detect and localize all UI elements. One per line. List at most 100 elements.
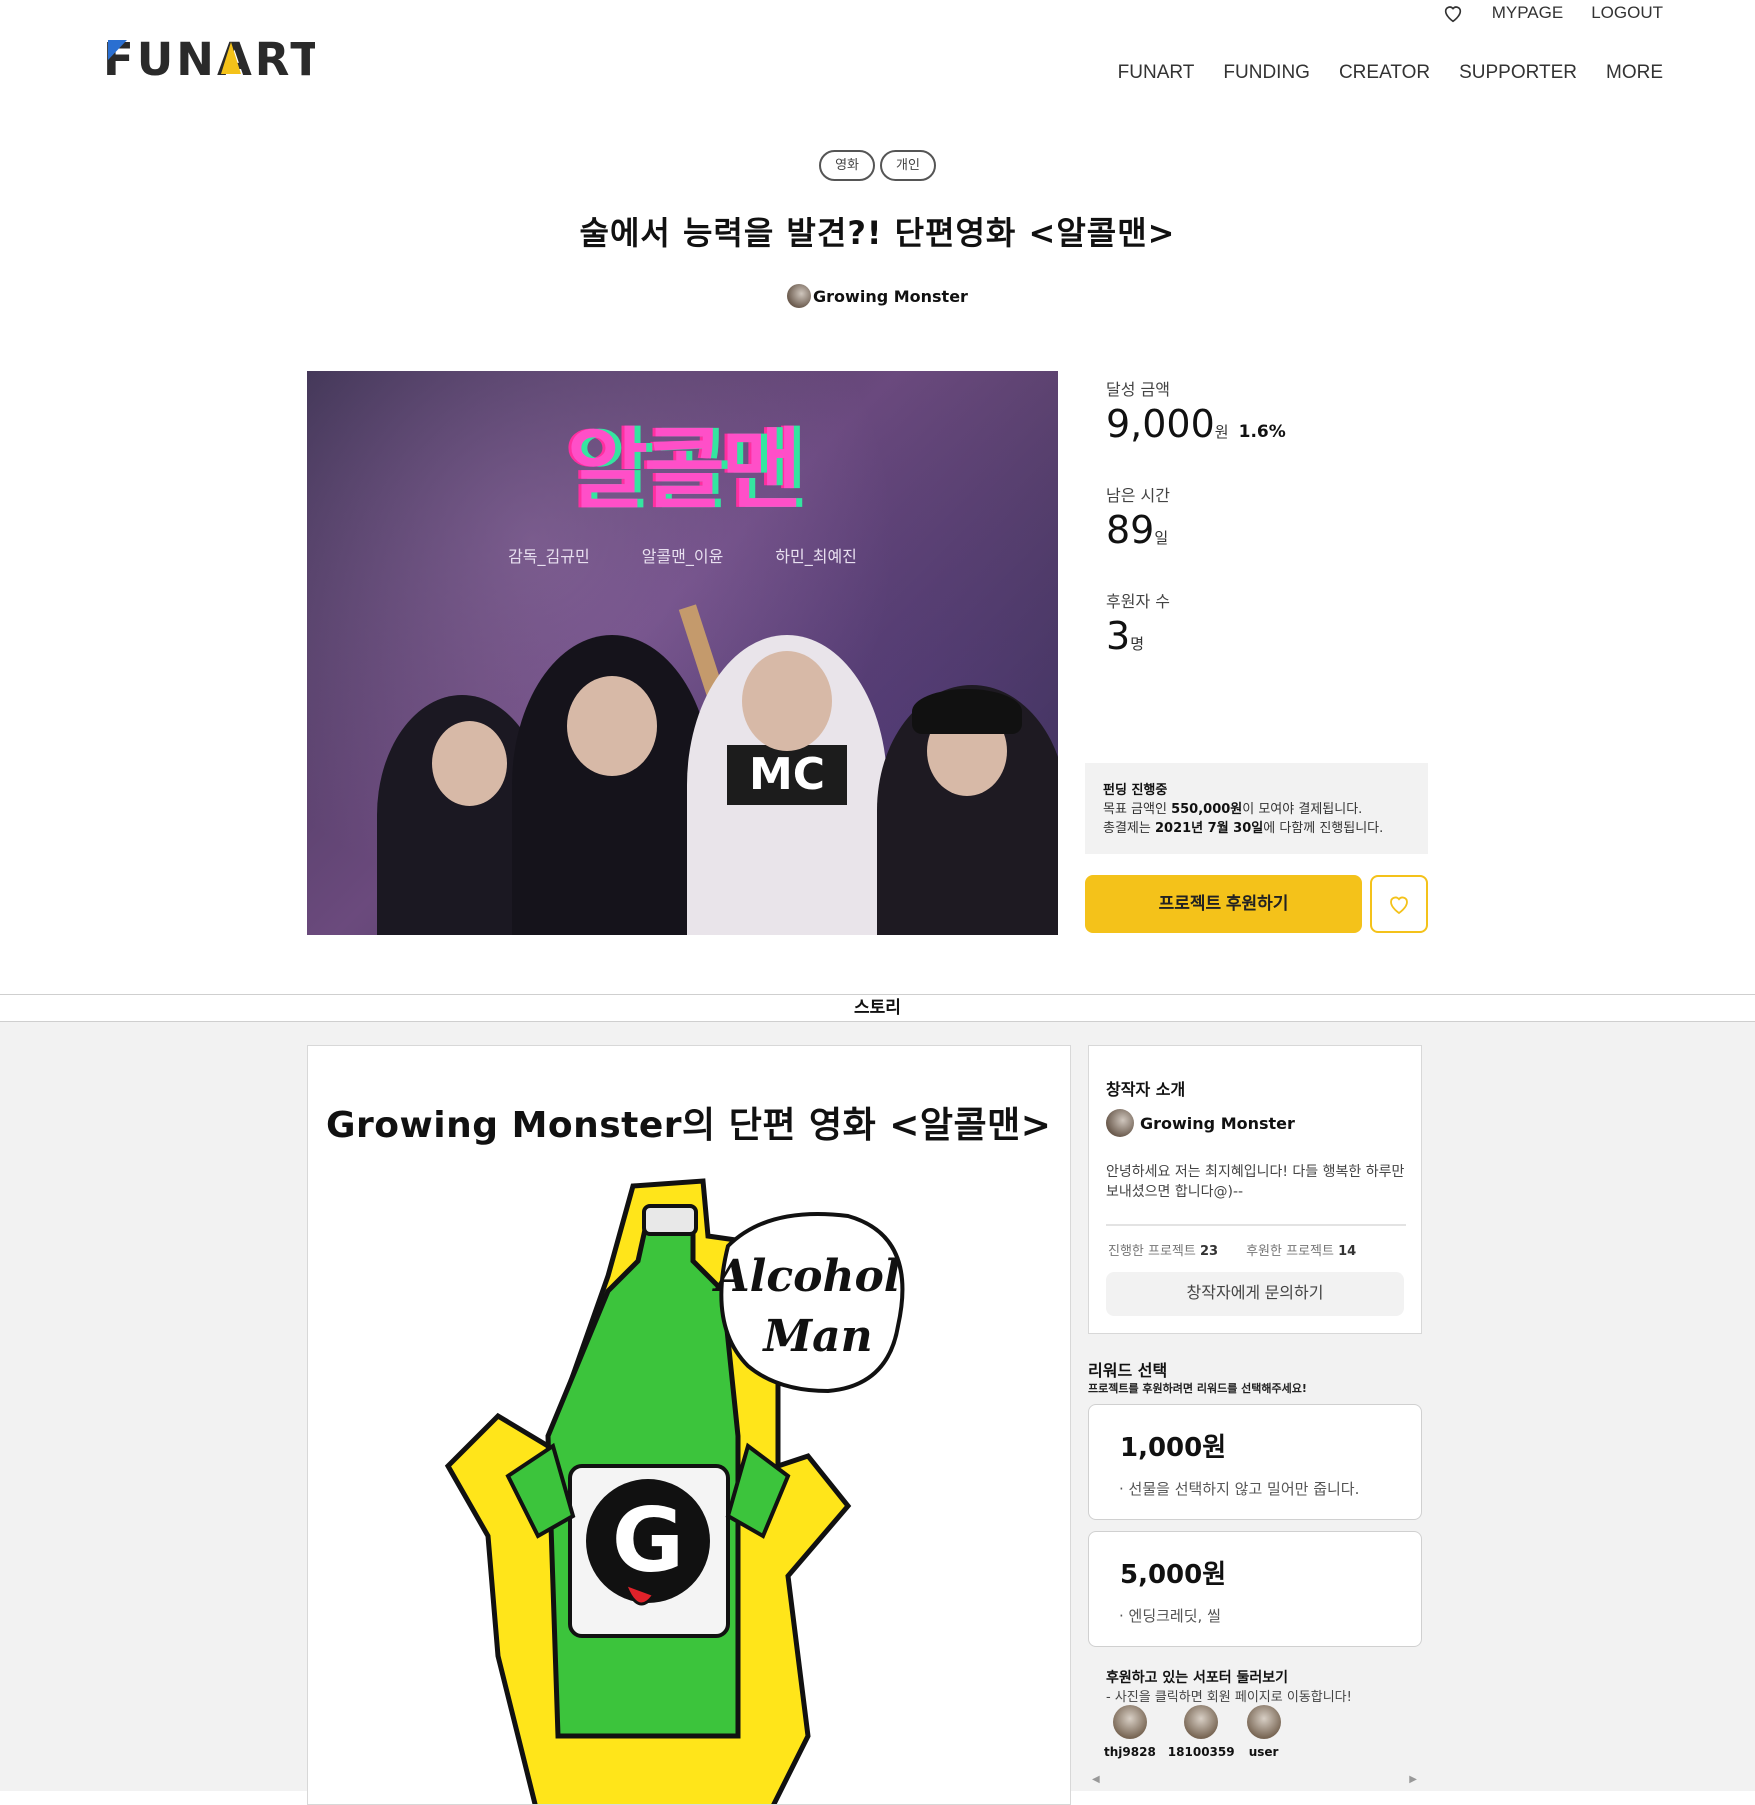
category-tags: 영화 개인 [0,150,1755,181]
poster-face-1 [432,721,507,806]
nav-supporter[interactable]: SUPPORTER [1459,62,1577,84]
tag-personal[interactable]: 개인 [880,150,936,181]
mypage-link[interactable]: MYPAGE [1492,3,1563,23]
stat-time-label: 남은 시간 [1106,486,1170,505]
heart-outline-icon[interactable] [1442,2,1464,24]
scroll-left-icon[interactable]: ◀ [1092,1774,1100,1785]
stat-supporters-value: 3명 [1106,612,1286,668]
supporter-name: thj9828 [1104,1745,1156,1759]
creator-card-heading: 창작자 소개 [1106,1080,1186,1099]
poster-face-2 [567,676,657,776]
contact-creator-button[interactable]: 창작자에게 문의하기 [1106,1272,1404,1316]
poster-credits: 감독_김규민 알콜맨_이윤 하민_최예진 [307,543,1058,567]
supporter-name: user [1248,1745,1279,1759]
supporters-heading: 후원하고 있는 서포터 둘러보기 [1106,1670,1289,1686]
days-number: 89 [1106,508,1155,552]
nav-more[interactable]: MORE [1606,62,1663,84]
credit-director: 감독_김규민 [508,547,590,566]
reward-desc: · 엔딩크레딧, 씰 [1119,1607,1221,1625]
creator-card-divider [1106,1224,1406,1226]
supporter-avatar [1112,1705,1147,1739]
heart-outline-icon [1390,896,1408,915]
funart-logo[interactable]: FUNART [103,33,321,86]
supporter-name: 18100359 [1167,1745,1235,1759]
credit-heroine: 하민_최예진 [775,547,857,566]
supporter-avatar [1184,1705,1219,1739]
amount-number: 9,000 [1106,402,1215,446]
stat-amount-value: 9,000원 1.6% [1106,400,1286,456]
amount-percent: 1.6% [1238,422,1286,442]
days-unit: 일 [1154,529,1169,547]
projects-run: 진행한 프로젝트 23 [1108,1240,1218,1259]
support-project-button[interactable]: 프로젝트 후원하기 [1085,875,1362,933]
projects-backed-count: 14 [1338,1244,1357,1259]
poster-bucket-hat [912,689,1022,734]
goal-text-pre: 목표 금액인 [1103,802,1172,817]
projects-backed-label: 후원한 프로젝트 [1246,1244,1334,1259]
creator-intro: 안녕하세요 저는 최지혜입니다! 다들 행복한 하루만 보내셨으면 합니다@)-… [1106,1164,1405,1200]
date-text-post: 에 다함께 진행됩니다. [1263,821,1384,836]
amount-unit: 원 [1214,423,1229,441]
supporter-avatar [1246,1705,1281,1739]
supporters-subheading: - 사진을 클릭하면 회원 페이지로 이동합니다! [1106,1690,1352,1705]
horizontal-scrollbar[interactable]: ◀ ▶ [1092,1774,1417,1785]
funding-status-box: 펀딩 진행중 목표 금액인 550,000원이 모여야 결제됩니다. 총결제는 … [1085,763,1428,854]
like-button[interactable] [1370,875,1428,933]
projects-run-label: 진행한 프로젝트 [1108,1244,1196,1259]
poster-face-3 [742,651,832,751]
supporters-unit: 명 [1130,635,1144,653]
supporters-number: 3 [1106,614,1131,658]
supporters-list: thj9828 18100359 user [1104,1705,1281,1759]
story-title: Growing Monster의 단편 영화 <알콜맨> [326,1105,1052,1146]
stat-supporters: 후원자 수 3명 [1106,588,1286,694]
supporter-item[interactable]: thj9828 [1104,1705,1156,1759]
reward-price: 5,000원 [1120,1560,1227,1590]
logo-mark: FUNART [103,33,321,86]
project-poster: 알콜맨 감독_김규민 알콜맨_이윤 하민_최예진 MC [307,371,1058,935]
nav-creator[interactable]: CREATOR [1339,62,1430,84]
nav-funart[interactable]: FUNART [1118,62,1195,84]
bottle-letter: G [612,1489,684,1592]
payment-date: 2021년 7월 30일 [1154,821,1264,836]
reward-heading: 리워드 선택 [1088,1361,1168,1380]
supporter-item[interactable]: user [1246,1705,1281,1759]
creator-card-name: Growing Monster [1140,1113,1295,1133]
tab-story[interactable]: 스토리 [0,994,1755,1022]
alcohol-man-illustration: G Alcohol Man [444,1178,905,1804]
nav-funding[interactable]: FUNDING [1223,62,1310,84]
stat-amount: 달성 금액 9,000원 1.6% [1106,376,1286,482]
utility-nav: MYPAGE LOGOUT [1442,2,1663,24]
creator-name: Growing Monster [813,286,968,306]
funding-stats: 달성 금액 9,000원 1.6% 남은 시간 89일 후원자 수 3명 [1106,376,1286,694]
project-title: 술에서 능력을 발견?! 단편영화 <알콜맨> [579,214,1176,252]
stat-supporters-label: 후원자 수 [1106,592,1170,611]
creator-card: 창작자 소개 Growing Monster 안녕하세요 저는 최지혜입니다! … [1088,1045,1422,1334]
creator-card-profile[interactable]: Growing Monster [1106,1109,1295,1137]
logout-link[interactable]: LOGOUT [1591,3,1663,23]
creator-card-avatar [1106,1109,1134,1137]
tag-movie[interactable]: 영화 [819,150,875,181]
creator-avatar [787,284,812,308]
projects-backed: 후원한 프로젝트 14 [1246,1240,1356,1259]
goal-amount: 550,000원 [1171,802,1243,817]
creator-link[interactable]: Growing Monster [0,284,1755,308]
supporter-item[interactable]: 18100359 [1168,1705,1235,1759]
reward-subheading: 프로젝트를 후원하려면 리워드를 선택해주세요! [1088,1382,1307,1395]
creator-project-counts: 진행한 프로젝트 23 후원한 프로젝트 14 [1108,1240,1356,1259]
reward-option[interactable]: 5,000원 · 엔딩크레딧, 씰 [1088,1531,1422,1647]
poster-title: 알콜맨 [567,418,802,521]
funding-status: 펀딩 진행중 [1103,783,1168,798]
svg-text:FUNART: FUNART [103,36,315,80]
site-header: FUNART MYPAGE LOGOUT FUNART FUNDING CREA… [0,0,1755,110]
main-nav: FUNART FUNDING CREATOR SUPPORTER MORE [1118,62,1663,84]
stat-time: 남은 시간 89일 [1106,482,1286,588]
poster-shirt-logo: MC [727,745,847,805]
story-panel: Growing Monster의 단편 영화 <알콜맨> G Alcohol M… [307,1045,1071,1805]
funding-goal-line: 목표 금액인 550,000원이 모여야 결제됩니다. [1103,800,1410,819]
scroll-right-icon[interactable]: ▶ [1409,1774,1417,1785]
bubble-line-2: Man [761,1311,872,1362]
goal-text-post: 이 모여야 결제됩니다. [1242,802,1363,817]
stat-amount-label: 달성 금액 [1106,380,1170,399]
date-text-pre: 총결제는 [1103,821,1155,836]
reward-option[interactable]: 1,000원 · 선물을 선택하지 않고 밀어만 줍니다. [1088,1404,1422,1520]
